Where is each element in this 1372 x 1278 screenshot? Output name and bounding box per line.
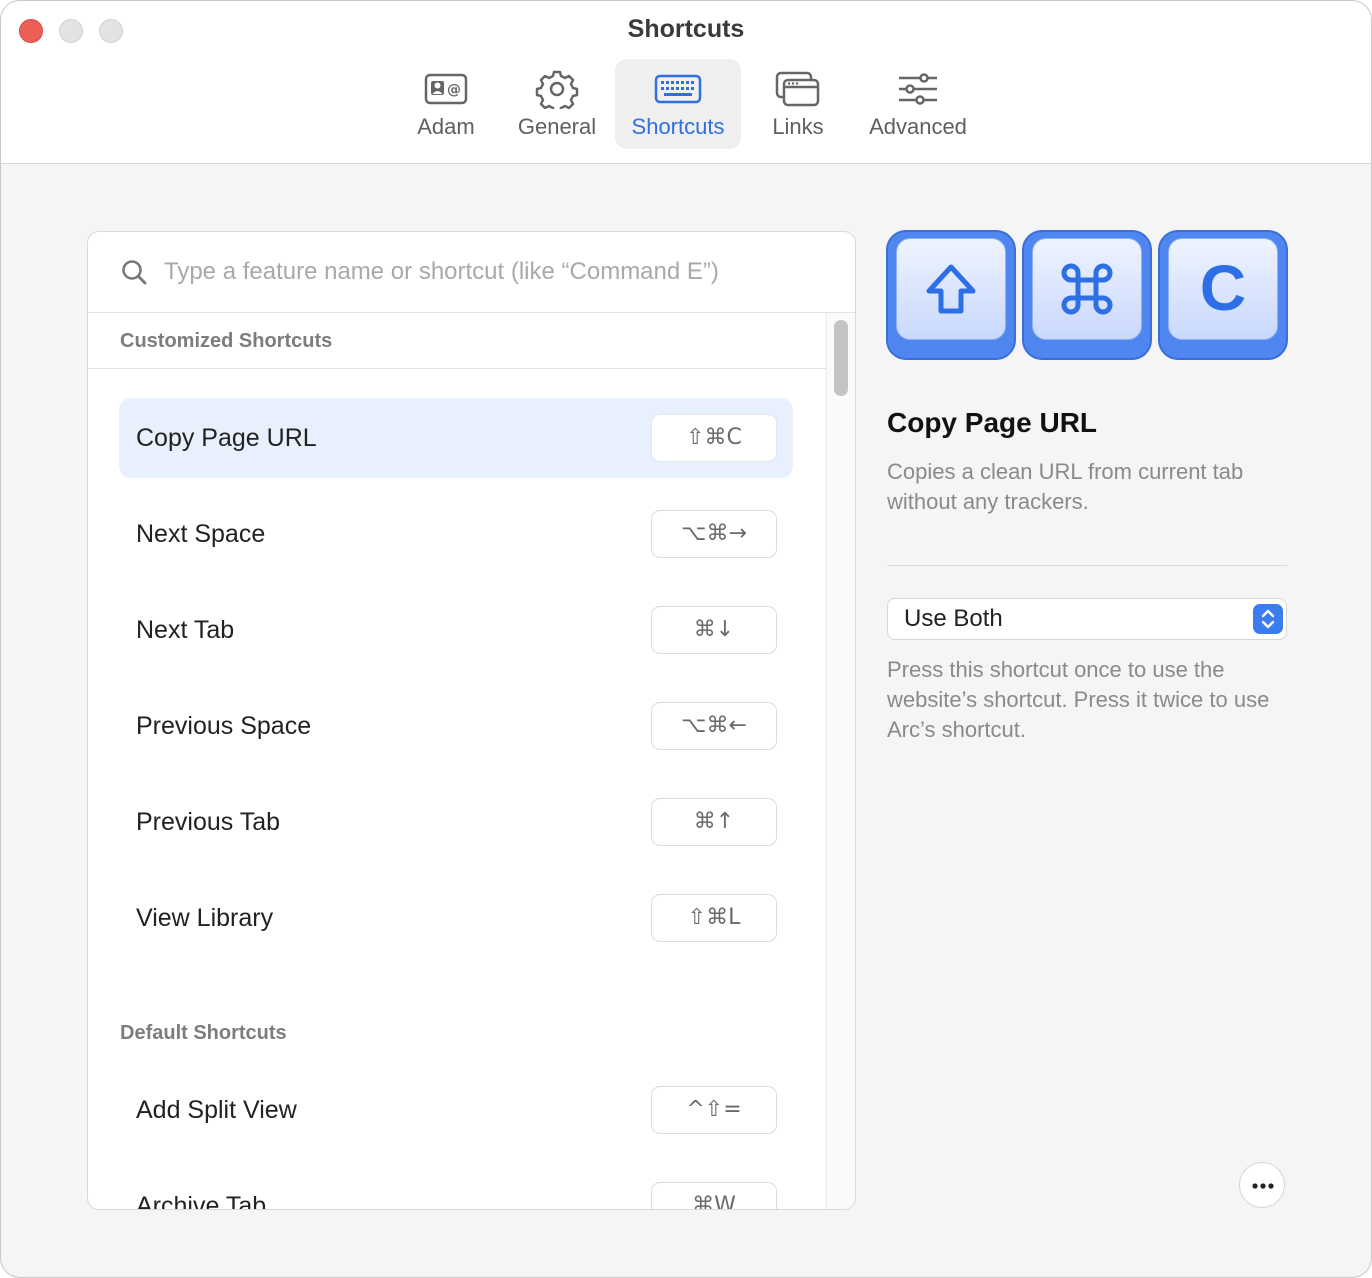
keycap-command xyxy=(1022,230,1152,360)
shortcut-name: Next Tab xyxy=(136,616,235,644)
shortcut-name: Copy Page URL xyxy=(136,424,317,452)
tab-label: Adam xyxy=(417,114,475,139)
ellipsis-icon xyxy=(1252,1183,1274,1189)
shortcut-row-next-tab[interactable]: Next Tab ⌘↓ xyxy=(119,590,793,670)
tab-shortcuts[interactable]: Shortcuts xyxy=(615,59,741,149)
keycap-shift xyxy=(886,230,1016,360)
list-scrollbar[interactable] xyxy=(826,313,855,1209)
tab-label: Links xyxy=(772,114,824,139)
shortcut-row-previous-tab[interactable]: Previous Tab ⌘↑ xyxy=(119,782,793,862)
shortcut-keys[interactable]: ⌘↑ xyxy=(651,798,777,846)
settings-window: Shortcuts @ Adam General Shortcuts Links… xyxy=(0,0,1372,1278)
shortcut-row-next-space[interactable]: Next Space ⌥⌘→ xyxy=(119,494,793,574)
tab-label: Advanced xyxy=(869,114,967,139)
detail-description: Copies a clean URL from current tab with… xyxy=(887,459,1244,514)
shortcut-name: Archive Tab xyxy=(136,1192,267,1209)
detail-title: Copy Page URL xyxy=(887,407,1098,438)
shortcut-row-previous-space[interactable]: Previous Space ⌥⌘← xyxy=(119,686,793,766)
scrollbar-thumb[interactable] xyxy=(834,320,848,396)
browser-windows-icon xyxy=(775,71,820,107)
divider xyxy=(887,565,1287,566)
shortcut-name: Add Split View xyxy=(136,1096,297,1124)
keycap-c: C xyxy=(1158,230,1288,360)
select-value: Use Both xyxy=(904,605,1003,632)
contact-card-icon: @ xyxy=(424,73,468,105)
tab-label: Shortcuts xyxy=(631,114,725,139)
shortcut-name: Previous Tab xyxy=(136,808,281,836)
shortcuts-list: Customized Shortcuts Copy Page URL ⇧⌘C N… xyxy=(88,313,826,1209)
detail-help-text: Press this shortcut once to use the webs… xyxy=(887,657,1270,742)
search-input[interactable] xyxy=(164,250,834,294)
more-options-button[interactable] xyxy=(1239,1162,1285,1208)
shortcut-row-copy-page-url[interactable]: Copy Page URL ⇧⌘C xyxy=(119,398,793,478)
tab-advanced[interactable]: Advanced xyxy=(859,59,977,149)
shortcut-name: View Library xyxy=(136,904,274,932)
section-header-default: Default Shortcuts xyxy=(120,1022,287,1044)
tab-general[interactable]: General xyxy=(505,59,609,149)
toolbar: Shortcuts @ Adam General Shortcuts Links… xyxy=(1,1,1371,164)
keycap-letter: C xyxy=(1199,252,1247,324)
search-bar xyxy=(88,232,855,313)
shortcut-keys[interactable]: ^⇧= xyxy=(651,1086,777,1134)
shortcut-row-view-library[interactable]: View Library ⇧⌘L xyxy=(119,878,793,958)
tab-links[interactable]: Links xyxy=(749,59,847,149)
keyboard-icon xyxy=(654,74,702,104)
shortcut-row-archive-tab[interactable]: Archive Tab ⌘W xyxy=(119,1166,793,1209)
shortcuts-list-panel: Customized Shortcuts Copy Page URL ⇧⌘C N… xyxy=(87,231,856,1210)
section-header-customized: Customized Shortcuts xyxy=(88,313,826,369)
shortcut-keys[interactable]: ⌘↓ xyxy=(651,606,777,654)
select-stepper[interactable] xyxy=(1253,604,1283,634)
command-key-icon xyxy=(1061,263,1113,315)
shortcut-keys[interactable]: ⇧⌘C xyxy=(651,414,777,462)
shift-key-icon xyxy=(926,264,976,314)
sliders-icon xyxy=(899,73,937,105)
shortcut-keys[interactable]: ⇧⌘L xyxy=(651,894,777,942)
svg-text:@: @ xyxy=(447,82,461,98)
shortcut-keys[interactable]: ⌥⌘← xyxy=(651,702,777,750)
shortcut-row-add-split-view[interactable]: Add Split View ^⇧= xyxy=(119,1070,793,1150)
search-icon xyxy=(122,260,147,285)
shortcut-name: Next Space xyxy=(136,520,266,548)
tab-label: General xyxy=(517,114,597,139)
gear-icon xyxy=(535,70,579,109)
shortcut-name: Previous Space xyxy=(136,712,312,740)
window-title: Shortcuts xyxy=(627,15,745,43)
chevron-up-down-icon xyxy=(1261,609,1275,629)
conflict-mode-select[interactable]: Use Both xyxy=(887,598,1287,640)
shortcut-keys[interactable]: ⌘W xyxy=(651,1182,777,1209)
shortcut-keys[interactable]: ⌥⌘→ xyxy=(651,510,777,558)
tab-adam[interactable]: @ Adam xyxy=(394,59,498,149)
